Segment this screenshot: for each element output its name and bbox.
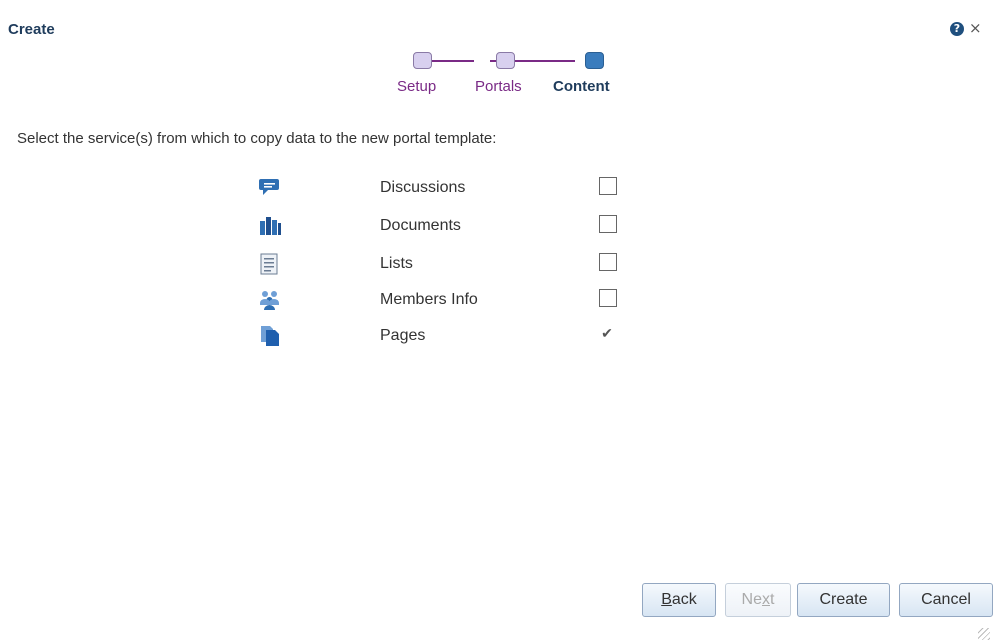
create-dialog: Create ? × Setup Portals Content Select … bbox=[0, 0, 993, 642]
close-icon[interactable]: × bbox=[969, 19, 982, 37]
service-label: Pages bbox=[380, 327, 426, 344]
train-label-content: Content bbox=[553, 78, 610, 95]
back-button[interactable]: Back bbox=[642, 583, 716, 617]
discussions-icon bbox=[258, 177, 282, 199]
train-stop-content bbox=[585, 52, 604, 69]
service-row-documents: Documents bbox=[0, 215, 993, 245]
pages-icon bbox=[258, 325, 282, 347]
lists-icon bbox=[258, 253, 282, 275]
train-label-portals[interactable]: Portals bbox=[475, 78, 522, 95]
service-label: Discussions bbox=[380, 179, 466, 196]
dialog-title: Create bbox=[8, 21, 55, 38]
documents-checkbox[interactable] bbox=[599, 215, 617, 233]
service-row-pages: Pages ✔ bbox=[0, 325, 993, 355]
cancel-button[interactable]: Cancel bbox=[899, 583, 993, 617]
train-stop-portals[interactable] bbox=[496, 52, 515, 69]
button-bar: Back Next Create Cancel bbox=[0, 583, 993, 617]
lists-checkbox[interactable] bbox=[599, 253, 617, 271]
pages-checkbox[interactable]: ✔ bbox=[599, 325, 615, 341]
documents-icon bbox=[258, 215, 282, 237]
service-row-members-info: Members Info bbox=[0, 289, 993, 319]
service-label: Lists bbox=[380, 255, 413, 272]
members-icon bbox=[258, 289, 282, 311]
discussions-checkbox[interactable] bbox=[599, 177, 617, 195]
train-label-setup[interactable]: Setup bbox=[397, 78, 436, 95]
help-icon[interactable]: ? bbox=[950, 22, 964, 36]
service-row-discussions: Discussions bbox=[0, 177, 993, 207]
service-label: Documents bbox=[380, 217, 461, 234]
resize-grip-icon[interactable] bbox=[978, 628, 990, 640]
members-info-checkbox[interactable] bbox=[599, 289, 617, 307]
train-stop-setup[interactable] bbox=[413, 52, 432, 69]
step-train: Setup Portals Content bbox=[390, 48, 640, 98]
next-button: Next bbox=[725, 583, 791, 617]
instruction-text: Select the service(s) from which to copy… bbox=[17, 130, 497, 147]
create-button[interactable]: Create bbox=[797, 583, 890, 617]
service-label: Members Info bbox=[380, 291, 478, 308]
service-row-lists: Lists bbox=[0, 253, 993, 283]
